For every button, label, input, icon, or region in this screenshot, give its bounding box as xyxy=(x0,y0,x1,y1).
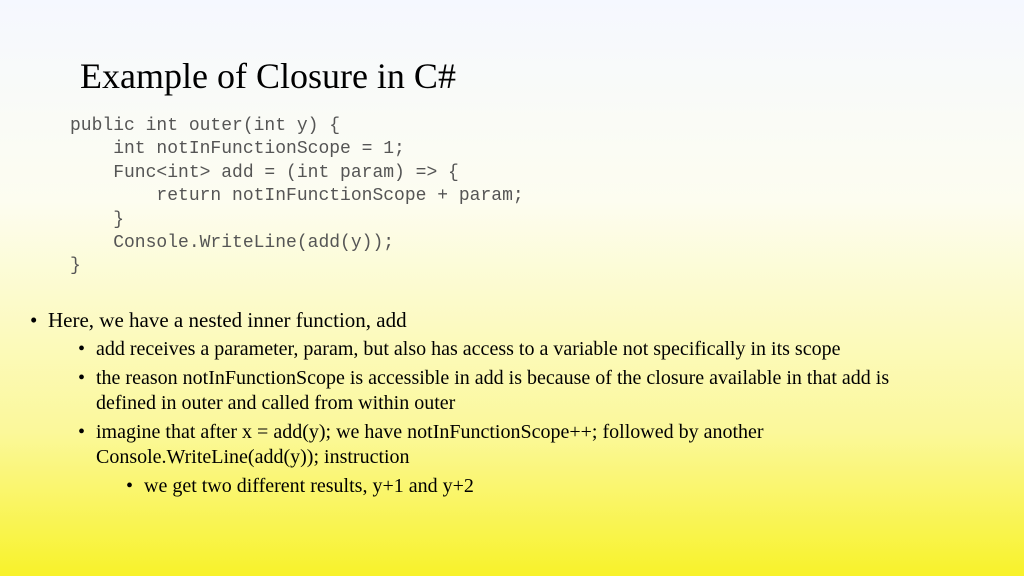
bullet-level-3: we get two different results, y+1 and y+… xyxy=(126,474,954,499)
bullet-level-1: Here, we have a nested inner function, a… xyxy=(30,307,954,333)
bullet-level-2: add receives a parameter, param, but als… xyxy=(78,337,954,362)
slide-title: Example of Closure in C# xyxy=(80,55,954,97)
bullet-level-2: imagine that after x = add(y); we have n… xyxy=(78,420,954,470)
code-block: public int outer(int y) { int notInFunct… xyxy=(70,115,954,279)
bullet-level-2: the reason notInFunctionScope is accessi… xyxy=(78,366,954,416)
bullet-list: Here, we have a nested inner function, a… xyxy=(70,307,954,499)
